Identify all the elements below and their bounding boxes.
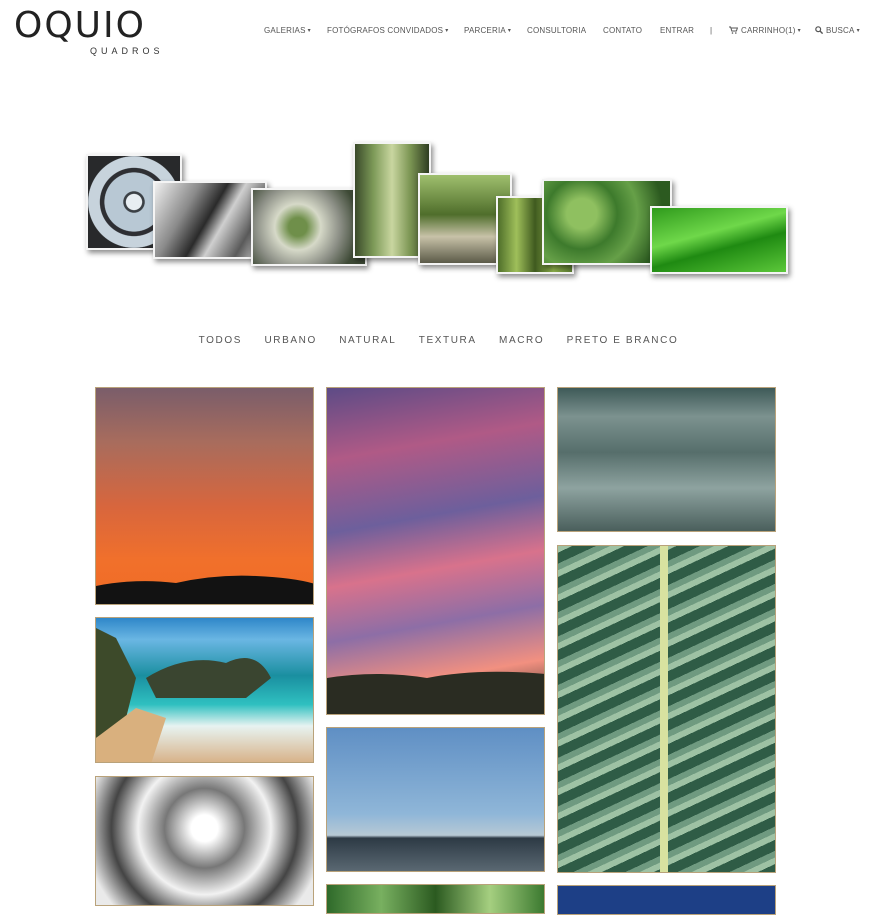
leaf-midrib: [660, 546, 668, 872]
nav-item-search[interactable]: BUSCA ▾: [815, 26, 860, 36]
nav-label: PARCERIA: [464, 26, 506, 35]
nav-separator: |: [710, 26, 713, 35]
nav-label: GALERIAS: [264, 26, 306, 35]
cart-icon: [729, 26, 739, 36]
banner-leaf-image: [650, 206, 788, 274]
nav-item-cart[interactable]: CARRINHO(1) ▾: [729, 26, 801, 36]
nav-label: CARRINHO(1): [741, 26, 796, 35]
filter-textura[interactable]: TEXTURA: [419, 335, 477, 346]
category-filters: TODOS URBANO NATURAL TEXTURA MACRO PRETO…: [0, 335, 877, 346]
nav-item-consultoria[interactable]: CONSULTORIA: [527, 26, 586, 35]
chevron-down-icon: ▾: [307, 28, 311, 34]
gallery-photo-blue[interactable]: [557, 885, 776, 915]
nav-item-entrar[interactable]: ENTRAR: [660, 26, 694, 35]
filter-macro[interactable]: MACRO: [499, 335, 544, 346]
chevron-down-icon: ▾: [445, 28, 449, 34]
gallery-photo-sunset[interactable]: [95, 387, 314, 605]
nav-item-fotografos[interactable]: FOTÓGRAFOS CONVIDADOS ▾: [327, 26, 448, 35]
banner-collage: [80, 136, 800, 286]
gallery-photo-palm-leaf[interactable]: [557, 545, 776, 873]
brand-logo[interactable]: OQUIO QUADROS: [14, 5, 174, 57]
nav-item-contato[interactable]: CONTATO: [603, 26, 642, 35]
nav-label: CONTATO: [603, 26, 643, 35]
nav-label: FOTÓGRAFOS CONVIDADOS: [327, 26, 444, 35]
nav-label: ENTRAR: [660, 26, 695, 35]
filter-preto-e-branco[interactable]: PRETO E BRANCO: [567, 335, 679, 346]
nav-item-parceria[interactable]: PARCERIA ▾: [464, 26, 511, 35]
cliff-shape: [96, 628, 271, 762]
gallery-photo-coast[interactable]: [95, 617, 314, 763]
main-nav: GALERIAS ▾ FOTÓGRAFOS CONVIDADOS ▾ PARCERI…: [262, 26, 867, 38]
filter-todos[interactable]: TODOS: [199, 335, 242, 346]
brand-name: OQUIO: [14, 5, 146, 46]
gallery-photo-texture[interactable]: [557, 387, 776, 532]
search-icon: [815, 26, 824, 36]
hill-silhouette: [96, 575, 313, 604]
nav-label: BUSCA: [826, 26, 855, 35]
nav-item-galerias[interactable]: GALERIAS ▾: [264, 26, 311, 35]
nav-label: CONSULTORIA: [527, 26, 587, 35]
gallery-photo-pink-sky[interactable]: [326, 387, 545, 715]
chevron-down-icon: ▾: [797, 28, 801, 34]
gallery-photo-bw-tree[interactable]: [95, 776, 314, 906]
filter-natural[interactable]: NATURAL: [339, 335, 396, 346]
filter-urbano[interactable]: URBANO: [264, 335, 316, 346]
brand-tagline: QUADROS: [90, 46, 164, 56]
chevron-down-icon: ▾: [856, 28, 860, 34]
gallery-photo-forest[interactable]: [326, 884, 545, 914]
banner-buildings-image: [153, 181, 267, 259]
treeline-silhouette: [327, 671, 544, 714]
chevron-down-icon: ▾: [507, 28, 512, 34]
gallery-photo-sea[interactable]: [326, 727, 545, 872]
banner-pine-image: [251, 188, 367, 266]
